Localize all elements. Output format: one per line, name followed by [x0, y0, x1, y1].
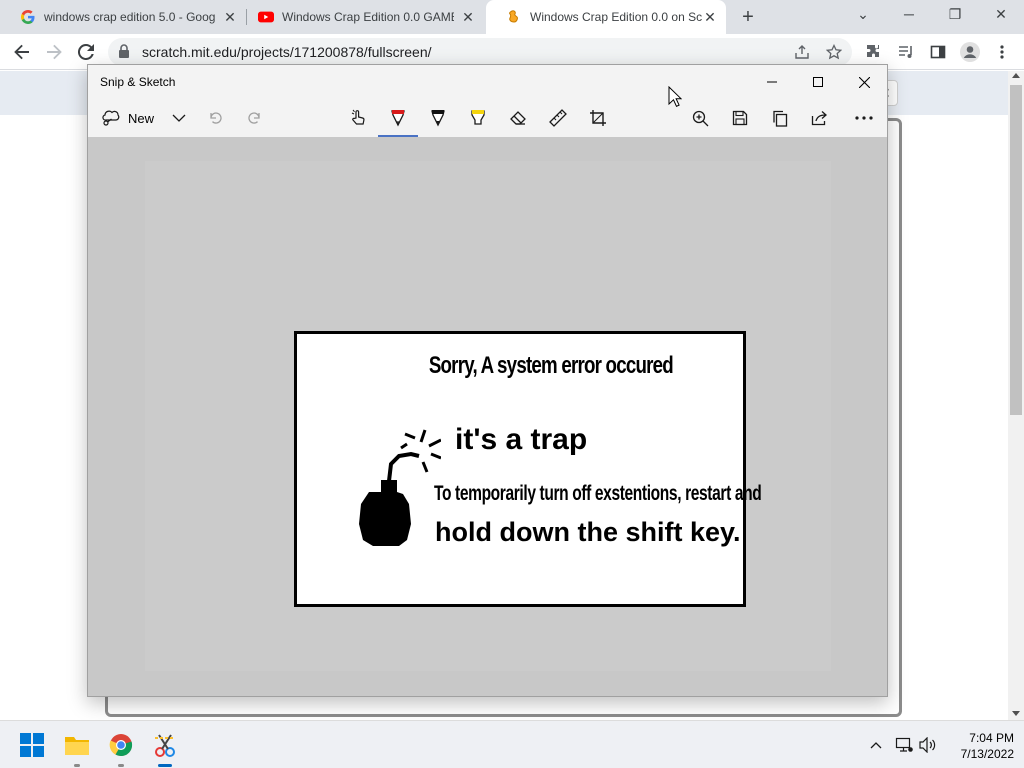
- zoom-icon[interactable]: [687, 105, 713, 131]
- chevron-up-icon[interactable]: [866, 735, 886, 755]
- new-button[interactable]: New: [128, 111, 154, 126]
- tab-search-icon[interactable]: ⌄: [840, 0, 886, 30]
- minimize-icon[interactable]: [749, 65, 795, 99]
- undo-icon[interactable]: [202, 105, 228, 131]
- tab-title: Windows Crap Edition 0.0 on Scr: [530, 10, 702, 24]
- error-instruction-line-2: hold down the shift key.: [435, 517, 741, 547]
- pencil-icon[interactable]: [425, 105, 451, 131]
- page-scrollbar[interactable]: [1008, 71, 1024, 720]
- clock-date: 7/13/2022: [960, 747, 1014, 761]
- close-icon[interactable]: ✕: [702, 9, 718, 25]
- new-tab-button[interactable]: +: [737, 6, 759, 28]
- side-panel-icon[interactable]: [926, 40, 950, 64]
- error-screenshot: Sorry, A system error occured it's a tra…: [294, 331, 762, 607]
- scratch-icon: [506, 9, 522, 25]
- close-icon[interactable]: [841, 65, 887, 99]
- close-window-icon[interactable]: ✕: [978, 0, 1024, 30]
- snip-sketch-window: Snip & Sketch New Sorry, A system error …: [87, 64, 888, 697]
- redo-icon[interactable]: [242, 105, 268, 131]
- address-bar[interactable]: scratch.mit.edu/projects/171200878/fulls…: [108, 38, 852, 66]
- scroll-down-icon[interactable]: [1012, 711, 1020, 716]
- menu-kebab-icon[interactable]: [990, 40, 1014, 64]
- tab-title: Windows Crap Edition 0.0 GAME: [282, 10, 454, 24]
- ruler-icon[interactable]: [545, 105, 571, 131]
- window-title: Snip & Sketch: [100, 75, 176, 89]
- running-indicator: [74, 764, 80, 767]
- start-icon[interactable]: [16, 729, 48, 761]
- file-explorer-icon[interactable]: [61, 729, 93, 761]
- touch-writing-icon[interactable]: [345, 105, 371, 131]
- url-text: scratch.mit.edu/projects/171200878/fulls…: [142, 44, 432, 60]
- ballpoint-pen-icon[interactable]: [385, 105, 411, 131]
- more-icon[interactable]: [851, 105, 877, 131]
- crop-icon[interactable]: [585, 105, 611, 131]
- scrollbar-thumb[interactable]: [1010, 85, 1022, 415]
- windows-taskbar: 7:04 PM 7/13/2022: [0, 720, 1024, 768]
- network-icon[interactable]: [894, 735, 914, 755]
- lock-icon[interactable]: [118, 44, 130, 64]
- extensions-icon[interactable]: [862, 40, 886, 64]
- back-icon[interactable]: [10, 40, 34, 64]
- running-indicator: [118, 764, 124, 767]
- snip-toolbar: New: [88, 99, 887, 137]
- volume-icon[interactable]: [918, 735, 938, 755]
- google-icon: [20, 9, 36, 25]
- browser-tabstrip: windows crap edition 5.0 - Goog ✕ Window…: [0, 0, 1024, 34]
- youtube-icon: [258, 9, 274, 25]
- tab-scratch[interactable]: Windows Crap Edition 0.0 on Scr ✕: [486, 0, 726, 34]
- scroll-up-icon[interactable]: [1012, 73, 1020, 78]
- error-instruction-line-1: To temporarily turn off exstentions, res…: [434, 482, 762, 505]
- error-headline: it's a trap: [455, 423, 588, 456]
- chevron-down-icon[interactable]: [166, 105, 192, 131]
- snip-sketch-icon[interactable]: [149, 729, 181, 761]
- active-indicator: [158, 764, 172, 767]
- bomb-icon: [359, 429, 441, 546]
- clock-time: 7:04 PM: [969, 731, 1014, 745]
- close-icon[interactable]: ✕: [222, 9, 238, 25]
- share-icon[interactable]: [792, 42, 812, 62]
- new-snip-icon[interactable]: [98, 105, 124, 131]
- snip-titlebar[interactable]: Snip & Sketch: [88, 65, 887, 99]
- share-icon[interactable]: [807, 105, 833, 131]
- save-icon[interactable]: [727, 105, 753, 131]
- bookmark-star-icon[interactable]: [824, 42, 844, 62]
- error-title: Sorry, A system error occured: [428, 352, 674, 379]
- tab-youtube[interactable]: Windows Crap Edition 0.0 GAME ✕: [238, 0, 484, 34]
- highlighter-icon[interactable]: [465, 105, 491, 131]
- maximize-icon[interactable]: [795, 65, 841, 99]
- close-icon[interactable]: ✕: [460, 9, 476, 25]
- chrome-icon[interactable]: [105, 729, 137, 761]
- copy-icon[interactable]: [767, 105, 793, 131]
- reload-icon[interactable]: [74, 40, 98, 64]
- tab-title: windows crap edition 5.0 - Goog: [44, 10, 216, 24]
- mouse-cursor-icon: [668, 86, 682, 107]
- profile-avatar-icon[interactable]: [958, 40, 982, 64]
- restore-icon[interactable]: ❐: [932, 0, 978, 30]
- tab-google-search[interactable]: windows crap edition 5.0 - Goog ✕: [0, 0, 246, 34]
- minimize-icon[interactable]: ─: [886, 0, 932, 30]
- media-control-icon[interactable]: [894, 40, 918, 64]
- eraser-icon[interactable]: [505, 105, 531, 131]
- taskbar-clock[interactable]: 7:04 PM 7/13/2022: [944, 730, 1014, 762]
- forward-icon[interactable]: [42, 40, 66, 64]
